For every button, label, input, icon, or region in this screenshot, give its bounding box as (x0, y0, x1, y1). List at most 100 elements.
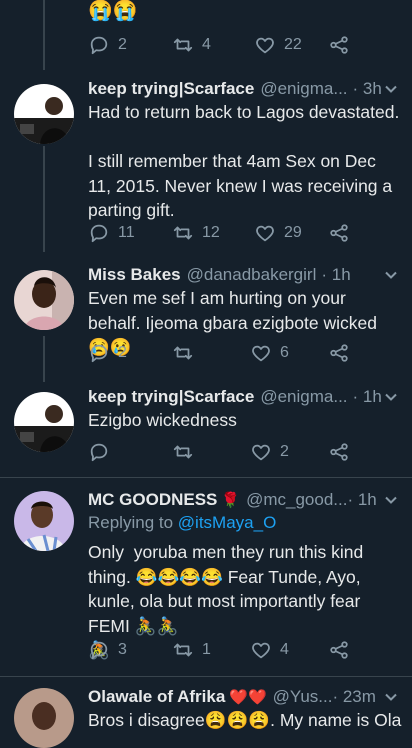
avatar[interactable] (14, 84, 74, 144)
like-count: 6 (280, 344, 289, 361)
avatar[interactable] (14, 491, 74, 551)
timestamp[interactable]: · 23m (332, 687, 375, 707)
share-icon (330, 344, 348, 362)
name-emoji: ❤️❤️ (229, 689, 267, 706)
reply-button[interactable]: 3 (88, 639, 127, 661)
heart-icon (256, 37, 274, 54)
like-button[interactable]: 4 (250, 639, 289, 661)
like-button[interactable]: 6 (250, 342, 289, 364)
share-icon (330, 36, 348, 54)
retweet-button[interactable] (172, 441, 194, 463)
thread-line (43, 0, 45, 70)
tweet-actions: 11 12 29 (88, 222, 368, 246)
replying-to-label: Replying to (88, 513, 174, 532)
tweet-text: Ezigbo wickedness (88, 410, 237, 430)
username[interactable]: @Yus... (273, 687, 333, 707)
tweet-header: keep trying|Scarface @enigma... · 1h (88, 386, 398, 408)
reply-icon (90, 224, 108, 243)
reply-icon (90, 344, 108, 363)
reply-button[interactable]: 2 (88, 34, 127, 56)
divider (0, 477, 412, 478)
tweet-actions: 2 (88, 441, 368, 465)
reply-button[interactable] (88, 441, 110, 463)
chevron-down-icon (385, 693, 397, 701)
tweet-header: Miss Bakes @danadbakergirl · 1h (88, 264, 398, 286)
more-options-button[interactable] (384, 82, 398, 96)
reply-button[interactable]: 11 (88, 222, 135, 244)
display-name[interactable]: MC GOODNESS (88, 490, 217, 510)
retweet-button[interactable] (172, 342, 194, 364)
divider (0, 676, 412, 677)
reply-icon (90, 641, 108, 660)
tweet-header: keep trying|Scarface @enigma... · 3h (88, 78, 398, 100)
like-button[interactable]: 29 (254, 222, 302, 244)
avatar[interactable] (14, 270, 74, 330)
avatar[interactable] (14, 392, 74, 452)
retweet-count: 12 (202, 224, 220, 241)
heart-icon (252, 345, 270, 362)
retweet-icon (173, 445, 193, 459)
reply-count: 11 (118, 224, 135, 241)
reply-count: 3 (118, 641, 127, 658)
share-icon (330, 443, 348, 461)
username[interactable]: @enigma... (260, 79, 347, 99)
share-button[interactable] (328, 639, 350, 661)
replying-to: Replying to @itsMaya_O (88, 513, 276, 533)
avatar-image (14, 270, 74, 330)
retweet-icon (173, 226, 193, 240)
replying-to-link[interactable]: @itsMaya_O (178, 513, 277, 532)
timestamp[interactable]: · 1h (347, 490, 376, 510)
display-name[interactable]: keep trying|Scarface (88, 79, 254, 99)
more-options-button[interactable] (384, 493, 398, 507)
tweet-text: Had to return back to Lagos devastated. … (88, 102, 400, 220)
thread-line (43, 146, 45, 252)
avatar[interactable] (14, 688, 74, 748)
retweet-button[interactable]: 1 (172, 639, 211, 661)
retweet-button[interactable]: 4 (172, 34, 211, 56)
timestamp[interactable]: · 1h (353, 387, 382, 407)
username[interactable]: @danadbakergirl (187, 265, 317, 285)
thread-line (43, 336, 45, 382)
like-count: 4 (280, 641, 289, 658)
retweet-icon (173, 38, 193, 52)
tweet-actions: 3 1 4 (88, 639, 368, 663)
like-count: 2 (280, 443, 289, 460)
avatar-image (14, 84, 74, 144)
like-count: 22 (284, 36, 302, 53)
retweet-count: 4 (202, 36, 211, 53)
username[interactable]: @enigma... (260, 387, 347, 407)
more-options-button[interactable] (384, 390, 398, 404)
display-name[interactable]: Olawale of Afrika (88, 687, 225, 707)
chevron-down-icon (385, 393, 397, 401)
like-button[interactable]: 22 (254, 34, 302, 56)
like-button[interactable]: 2 (250, 441, 289, 463)
tweet-header: MC GOODNESS 🌹 @mc_good... · 1h (88, 489, 398, 511)
share-button[interactable] (328, 34, 350, 56)
heart-icon (252, 642, 270, 659)
display-name[interactable]: Miss Bakes (88, 265, 181, 285)
tweet-header: Olawale of Afrika ❤️❤️ @Yus... · 23m (88, 686, 398, 708)
heart-icon (256, 225, 274, 242)
timestamp[interactable]: · 1h (321, 265, 350, 285)
tweet-actions: 2 6 (88, 342, 368, 366)
share-button[interactable] (328, 222, 350, 244)
timestamp[interactable]: · 3h (353, 79, 382, 99)
display-name[interactable]: keep trying|Scarface (88, 387, 254, 407)
reply-button[interactable]: 2 (88, 342, 127, 364)
more-options-button[interactable] (384, 268, 398, 282)
share-icon (330, 224, 348, 242)
reply-icon (90, 36, 108, 55)
retweet-icon (173, 346, 193, 360)
retweet-count: 1 (202, 641, 211, 658)
chevron-down-icon (385, 496, 397, 504)
avatar-image (14, 688, 74, 748)
more-options-button[interactable] (384, 690, 398, 704)
retweet-button[interactable]: 12 (172, 222, 220, 244)
like-count: 29 (284, 224, 302, 241)
tweet-actions: 2 4 22 (88, 34, 368, 58)
share-icon (330, 641, 348, 659)
share-button[interactable] (328, 441, 350, 463)
share-button[interactable] (328, 342, 350, 364)
username[interactable]: @mc_good... (246, 490, 347, 510)
heart-icon (252, 444, 270, 461)
